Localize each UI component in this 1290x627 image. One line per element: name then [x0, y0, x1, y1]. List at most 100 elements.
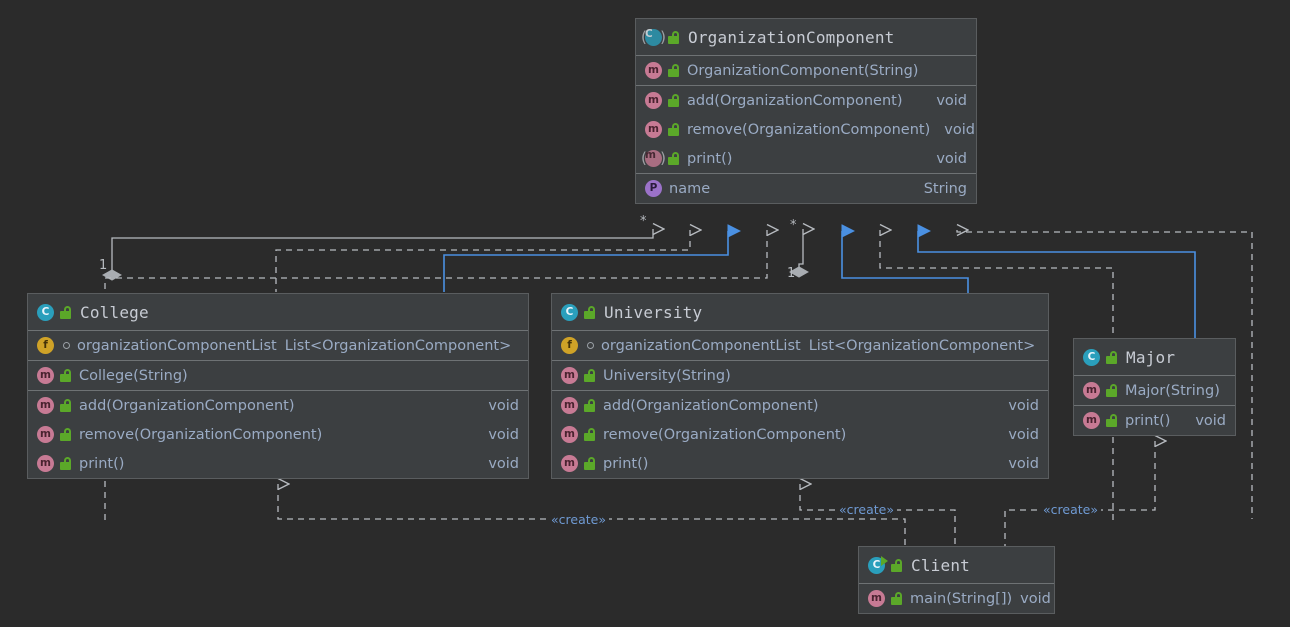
member-row[interactable]: m add(OrganizationComponent) void — [28, 391, 528, 420]
member-group-methods: m add(OrganizationComponent) void m remo… — [28, 391, 528, 478]
member-name-label: organizationComponentList — [601, 337, 801, 354]
method-icon: m — [561, 455, 578, 472]
field-icon: f — [37, 337, 54, 354]
member-row[interactable]: m print() void — [636, 144, 976, 173]
class-header-university: C University — [552, 294, 1048, 331]
member-name-label: College(String) — [79, 367, 188, 384]
member-row[interactable]: m remove(OrganizationComponent) void — [636, 115, 976, 144]
method-icon: m — [561, 426, 578, 443]
member-name-label: print() — [687, 150, 733, 167]
member-type-label: void — [488, 426, 519, 443]
member-name-label: print() — [603, 455, 649, 472]
member-type-label: void — [1020, 590, 1051, 607]
member-group-constructors: m University(String) — [552, 361, 1048, 391]
member-row[interactable]: m remove(OrganizationComponent) void — [552, 420, 1048, 449]
member-type-label: void — [936, 92, 967, 109]
member-row[interactable]: m add(OrganizationComponent) void — [552, 391, 1048, 420]
member-row[interactable]: m print() void — [552, 449, 1048, 478]
property-icon: P — [645, 180, 662, 197]
member-group-constructors: m OrganizationComponent(String) — [636, 56, 976, 86]
stereotype-label-create-2: «create» — [836, 502, 897, 517]
class-icon: C — [1083, 348, 1100, 366]
member-type-label: List<OrganizationComponent> — [808, 337, 1036, 354]
member-row[interactable]: m add(OrganizationComponent) void — [636, 86, 976, 115]
class-box-organization-component[interactable]: C OrganizationComponent m OrganizationCo… — [635, 18, 977, 204]
unlocked-public-icon — [584, 457, 596, 470]
unlocked-public-icon — [891, 592, 903, 605]
member-name-label: organizationComponentList — [77, 337, 277, 354]
member-name-label: OrganizationComponent(String) — [687, 62, 919, 79]
unlocked-public-icon — [584, 369, 596, 382]
member-name-label: add(OrganizationComponent) — [79, 397, 295, 414]
method-icon: m — [645, 121, 662, 138]
unlocked-public-icon — [60, 369, 72, 382]
class-header-major: C Major — [1074, 339, 1235, 376]
member-type-label: void — [488, 397, 519, 414]
member-row[interactable]: f organizationComponentList List<Organiz… — [28, 331, 528, 360]
stereotype-label-create-3: «create» — [1040, 502, 1101, 517]
multiplicity-label-one-1: 1 — [99, 258, 108, 273]
member-type-label: List<OrganizationComponent> — [284, 337, 512, 354]
member-type-label: void — [944, 121, 975, 138]
member-group-constructors: m College(String) — [28, 361, 528, 391]
member-group-fields: f organizationComponentList List<Organiz… — [552, 331, 1048, 361]
member-row[interactable]: m OrganizationComponent(String) — [636, 56, 976, 85]
member-name-label: University(String) — [603, 367, 731, 384]
field-icon: f — [561, 337, 578, 354]
method-icon: m — [1083, 412, 1100, 429]
class-header-college: C College — [28, 294, 528, 331]
member-row[interactable]: P name String — [636, 174, 976, 203]
member-row[interactable]: m remove(OrganizationComponent) void — [28, 420, 528, 449]
method-icon: m — [37, 367, 54, 384]
class-name-label: Client — [911, 555, 970, 575]
unlocked-public-icon — [1106, 414, 1118, 427]
member-name-label: print() — [79, 455, 125, 472]
method-icon: m — [37, 397, 54, 414]
unlocked-public-icon — [584, 399, 596, 412]
package-private-icon — [587, 342, 594, 349]
member-group-fields: f organizationComponentList List<Organiz… — [28, 331, 528, 361]
member-row[interactable]: m Major(String) — [1074, 376, 1235, 405]
package-private-icon — [63, 342, 70, 349]
member-row[interactable]: m main(String[]) void — [859, 584, 1054, 613]
unlocked-public-icon — [60, 457, 72, 470]
member-name-label: add(OrganizationComponent) — [687, 92, 903, 109]
class-header-client: C Client — [859, 547, 1054, 584]
member-group-methods: m main(String[]) void — [859, 584, 1054, 613]
member-type-label: void — [1008, 455, 1039, 472]
member-name-label: print() — [1125, 412, 1171, 429]
member-group-methods: m add(OrganizationComponent) void m remo… — [636, 86, 976, 174]
member-row[interactable]: m University(String) — [552, 361, 1048, 390]
method-icon: m — [37, 455, 54, 472]
unlocked-public-icon — [668, 30, 680, 44]
member-type-label: String — [923, 180, 967, 197]
class-name-label: College — [80, 302, 149, 322]
unlocked-public-icon — [1106, 350, 1118, 364]
member-name-label: Major(String) — [1125, 382, 1220, 399]
member-name-label: remove(OrganizationComponent) — [603, 426, 847, 443]
member-name-label: name — [669, 180, 711, 197]
class-box-major[interactable]: C Major m Major(String) m print() void — [1073, 338, 1236, 436]
multiplicity-label-star-2: * — [790, 218, 797, 233]
runnable-class-icon: C — [868, 556, 885, 574]
class-header-organization-component: C OrganizationComponent — [636, 19, 976, 56]
class-box-college[interactable]: C College f organizationComponentList Li… — [27, 293, 529, 479]
abstract-method-icon: m — [641, 150, 666, 167]
class-box-client[interactable]: C Client m main(String[]) void — [858, 546, 1055, 614]
runnable-method-icon: m — [868, 590, 885, 607]
method-icon: m — [1083, 382, 1100, 399]
member-type-label: void — [1195, 412, 1226, 429]
class-name-label: OrganizationComponent — [688, 27, 895, 47]
member-name-label: main(String[]) — [910, 590, 1013, 607]
method-icon: m — [561, 397, 578, 414]
class-box-university[interactable]: C University f organizationComponentList… — [551, 293, 1049, 479]
member-row[interactable]: m College(String) — [28, 361, 528, 390]
member-row[interactable]: f organizationComponentList List<Organiz… — [552, 331, 1048, 360]
method-icon: m — [645, 62, 662, 79]
member-group-properties: P name String — [636, 174, 976, 203]
member-row[interactable]: m print() void — [28, 449, 528, 478]
method-icon: m — [37, 426, 54, 443]
member-row[interactable]: m print() void — [1074, 406, 1235, 435]
multiplicity-label-one-2: 1 — [787, 266, 796, 281]
member-type-label: void — [1008, 426, 1039, 443]
